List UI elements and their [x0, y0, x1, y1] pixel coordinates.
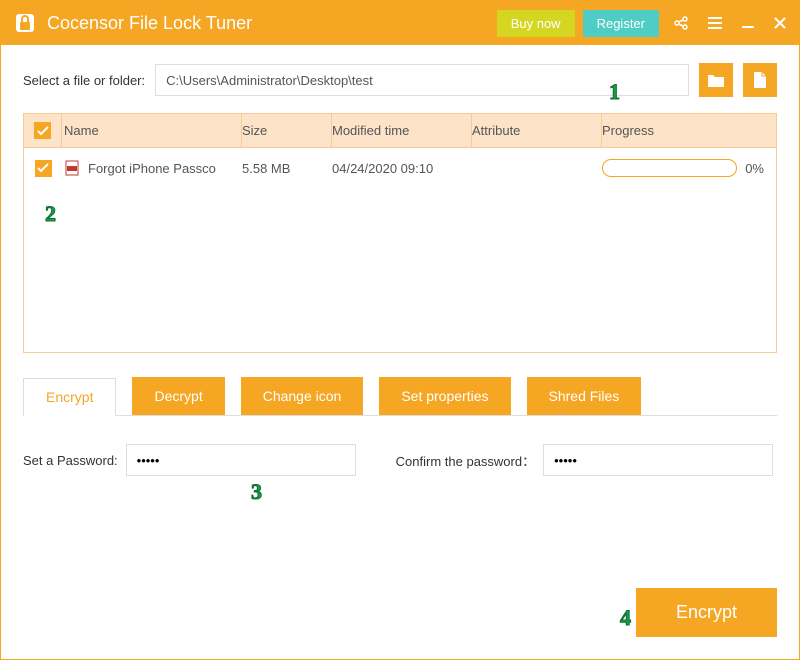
tab-decrypt[interactable]: Decrypt	[132, 377, 224, 415]
browse-folder-button[interactable]	[699, 63, 733, 97]
annotation-badge-3: 3	[251, 479, 262, 505]
tab-change-icon[interactable]: Change icon	[241, 377, 364, 415]
buy-now-button[interactable]: Buy now	[497, 10, 575, 37]
file-path-input[interactable]	[155, 64, 689, 96]
header-name: Name	[62, 114, 242, 147]
share-icon[interactable]	[673, 15, 689, 31]
header-modified: Modified time	[332, 114, 472, 147]
encrypt-panel: Set a Password: Confirm the password：	[23, 415, 777, 476]
row-size: 5.58 MB	[242, 161, 332, 176]
file-select-label: Select a file or folder:	[23, 73, 145, 88]
pdf-file-icon	[64, 160, 80, 176]
app-logo-icon	[13, 11, 37, 35]
progress-text: 0%	[745, 161, 764, 176]
file-select-row: Select a file or folder:	[23, 63, 777, 97]
file-table: Name Size Modified time Attribute Progre…	[23, 113, 777, 353]
tab-encrypt[interactable]: Encrypt	[23, 378, 116, 416]
set-password-input[interactable]	[126, 444, 356, 476]
annotation-badge-4: 4	[620, 605, 631, 631]
header-size: Size	[242, 114, 332, 147]
table-header: Name Size Modified time Attribute Progre…	[24, 114, 776, 148]
confirm-password-input[interactable]	[543, 444, 773, 476]
folder-icon	[707, 72, 725, 88]
row-checkbox[interactable]	[35, 160, 52, 177]
file-icon	[752, 71, 768, 89]
confirm-password-label: Confirm the password：	[396, 451, 535, 470]
tab-set-properties[interactable]: Set properties	[379, 377, 510, 415]
app-title: Cocensor File Lock Tuner	[47, 13, 497, 34]
register-button[interactable]: Register	[583, 10, 659, 37]
progress-bar	[602, 159, 737, 177]
set-password-label: Set a Password:	[23, 453, 118, 468]
encrypt-button[interactable]: Encrypt	[636, 588, 777, 637]
titlebar: Cocensor File Lock Tuner Buy now Registe…	[1, 1, 799, 45]
menu-icon[interactable]	[707, 16, 723, 30]
select-all-checkbox[interactable]	[34, 122, 51, 139]
header-progress: Progress	[602, 114, 776, 147]
row-modified: 04/24/2020 09:10	[332, 161, 472, 176]
minimize-icon[interactable]	[741, 16, 755, 30]
tab-bar: Encrypt Decrypt Change icon Set properti…	[23, 377, 777, 415]
header-attribute: Attribute	[472, 114, 602, 147]
row-name: Forgot iPhone Passco	[88, 161, 216, 176]
browse-file-button[interactable]	[743, 63, 777, 97]
tab-shred-files[interactable]: Shred Files	[527, 377, 642, 415]
table-row[interactable]: Forgot iPhone Passco 5.58 MB 04/24/2020 …	[24, 148, 776, 188]
close-icon[interactable]	[773, 16, 787, 30]
